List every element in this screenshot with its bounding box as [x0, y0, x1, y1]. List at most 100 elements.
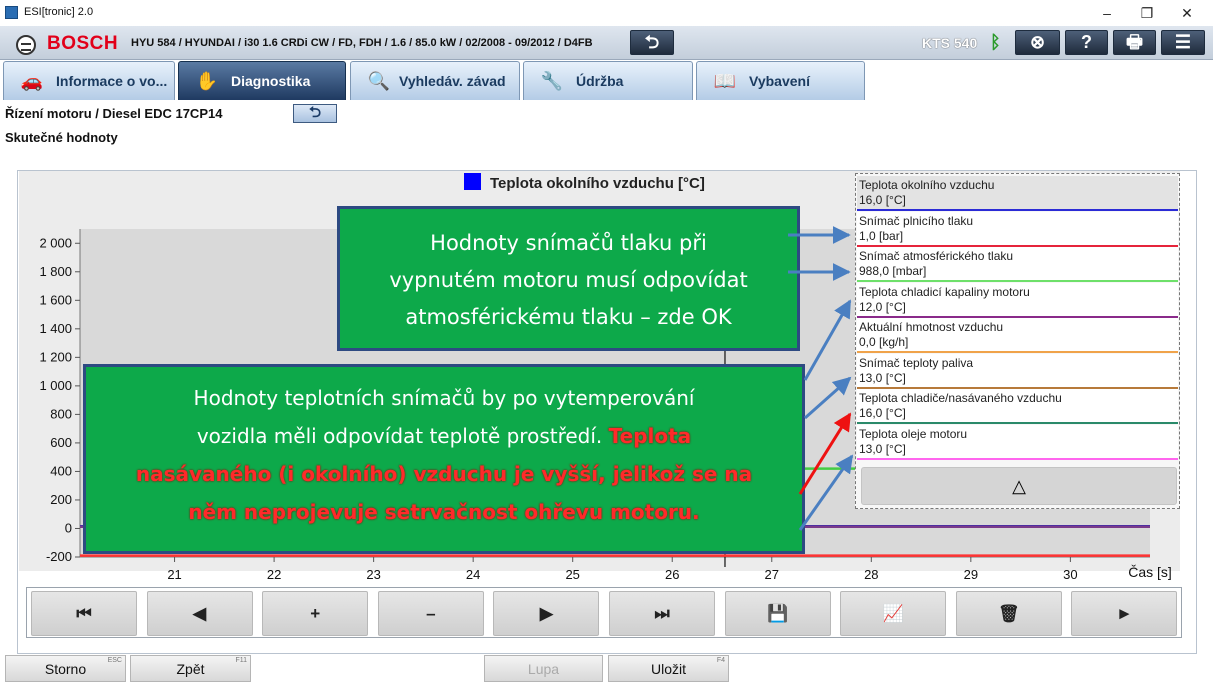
legend-item-value: 0,0 [kg/h]: [859, 335, 909, 349]
callout-red-line: něm neprojevuje setrvačnost ohřevu motor…: [188, 500, 700, 524]
main-tabs: 🚗 Informace o vo... ✋ Diagnostika 🔍 Vyhl…: [0, 60, 1213, 100]
save-button[interactable]: Uložit F4: [608, 655, 729, 682]
legend-item[interactable]: Snímač teploty paliva 13,0 [°C]: [857, 353, 1178, 389]
tab-label: Diagnostika: [231, 73, 311, 89]
tab-label: Údržba: [576, 73, 624, 89]
delete-button[interactable]: 🗑: [955, 591, 1062, 636]
callout-line: atmosférickému tlaku – zde OK: [405, 305, 732, 329]
legend-item-name: Snímač atmosférického tlaku: [859, 249, 1014, 263]
tab-equipment[interactable]: 📖 Vybavení: [696, 61, 865, 100]
app-icon: [5, 6, 18, 19]
callout-line: Hodnoty snímačů tlaku při: [430, 231, 707, 255]
zoom-out-button[interactable]: –: [377, 591, 484, 636]
hand-diagnostics-icon: ✋: [195, 71, 219, 91]
help-button[interactable]: ?: [1065, 30, 1108, 55]
callout-text: vozidla měli odpovídat teplotě prostředí…: [196, 424, 609, 448]
menu-button[interactable]: ☰: [1161, 30, 1205, 55]
back-button[interactable]: Zpět F11: [130, 655, 251, 682]
minus-icon: –: [426, 604, 436, 623]
y-tick-label: 1 400: [39, 321, 72, 336]
legend-item-value: 16,0 [°C]: [859, 193, 906, 207]
plus-icon: +: [310, 604, 321, 623]
y-tick-label: 600: [50, 435, 72, 450]
callout-pressure: Hodnoty snímačů tlaku při vypnutém motor…: [337, 206, 800, 351]
legend-item-color-bar: [857, 315, 1178, 318]
brand-name: BOSCH: [47, 33, 119, 54]
tab-vehicle-info[interactable]: 🚗 Informace o vo...: [3, 61, 175, 100]
legend-scroll-up-button[interactable]: △: [861, 467, 1177, 505]
window-title: ESI[tronic] 2.0: [24, 6, 94, 18]
legend-item[interactable]: Teplota oleje motoru 13,0 [°C]: [857, 424, 1178, 460]
legend-item-name: Snímač plnicího tlaku: [859, 213, 974, 228]
signal-legend: Teplota oleje motoru 13,0 [°C] Teplota chl…: [855, 173, 1180, 509]
search-car-icon: 🔍: [367, 71, 391, 91]
y-tick-label: 0: [65, 520, 72, 535]
legend-item[interactable]: Snímač plnicího tlaku 1,0 [bar]: [857, 211, 1178, 247]
maximize-button[interactable]: ❐: [1134, 3, 1160, 23]
legend-item[interactable]: Teplota chladicí kapaliny motoru 12,0 [°C…: [857, 282, 1178, 318]
globe-button[interactable]: ⊗: [1015, 30, 1060, 55]
legend-item[interactable]: Snímač atmosférického tlaku 988,0 [mbar]: [857, 247, 1178, 282]
zoom-button: Lupa: [484, 655, 603, 682]
legend-item-value: 1,0 [bar]: [859, 228, 904, 243]
legend-item-name: Snímač teploty paliva: [859, 355, 974, 370]
footer-bar: Storno ESC Zpět F11 Lupa Uložit F4: [0, 654, 1213, 682]
chart-title-swatch: [464, 173, 481, 190]
legend-item-value: 12,0 [°C]: [859, 299, 906, 314]
zoom-in-button[interactable]: +: [262, 591, 369, 636]
step-forward-icon: ▶: [539, 604, 553, 623]
legend-item-color-bar: [857, 351, 1178, 353]
legend-item[interactable]: Teplota okolního vzduchu 16,0 [°C]: [857, 176, 1178, 211]
legend-item-color-bar: [857, 422, 1178, 424]
callout-red-line: nasávaného (i okolního) vzduchu je vyšší…: [135, 462, 753, 486]
bosch-logo-icon: [16, 35, 36, 55]
button-label: Zpět: [176, 661, 205, 677]
chart-settings-button[interactable]: 📈: [840, 591, 947, 636]
legend-item-value: 16,0 [°C]: [859, 406, 906, 420]
minimize-button[interactable]: –: [1094, 3, 1120, 23]
legend-item-name: Aktuální hmotnost vzduchu: [859, 320, 1004, 334]
legend-item[interactable]: Teplota chladiče/nasávaného vzduchu 16,0 …: [857, 389, 1178, 424]
tab-fault-search[interactable]: 🔍 Vyhledáv. závad: [350, 61, 520, 100]
legend-item-value: 13,0 [°C]: [859, 370, 906, 385]
play-button[interactable]: ►: [1071, 591, 1178, 636]
legend-item[interactable]: Aktuální hmotnost vzduchu 0,0 [kg/h]: [857, 318, 1178, 353]
cancel-button[interactable]: Storno ESC: [5, 655, 126, 682]
y-tick-label: 1 000: [39, 378, 72, 393]
playback-toolbar: ⏮ ◀ + – ▶ ⏭ 💾 📈 🗑 ►: [26, 587, 1182, 638]
button-label: Storno: [44, 661, 87, 677]
legend-item-color-bar: [857, 386, 1178, 389]
skip-start-icon: ⏮: [76, 604, 92, 623]
play-icon: ►: [1115, 604, 1133, 623]
device-name: KTS 540: [922, 35, 978, 51]
close-button[interactable]: ✕: [1174, 3, 1200, 23]
tab-maintenance[interactable]: 🔧 Údržba: [523, 61, 693, 100]
tab-diagnostics[interactable]: ✋ Diagnostika: [178, 61, 346, 100]
button-label: Lupa: [527, 661, 560, 677]
x-tick-label: 22: [267, 567, 281, 582]
last-frame-button[interactable]: ⏭: [609, 591, 715, 636]
header-back-button[interactable]: ⮌: [630, 30, 674, 55]
car-icon: 🚗: [20, 71, 44, 91]
tab-label: Informace o vo...: [56, 73, 168, 89]
y-tick-label: 800: [50, 406, 72, 421]
first-frame-button[interactable]: ⏮: [31, 591, 137, 636]
prev-frame-button[interactable]: ◀: [146, 591, 253, 636]
y-tick-label: 1 600: [39, 292, 72, 307]
y-tick-label: 2 000: [39, 235, 72, 250]
next-frame-button[interactable]: ▶: [493, 591, 600, 636]
legend-item-name: Teplota chladiče/nasávaného vzduchu: [859, 391, 1062, 405]
legend-item-value: 988,0 [mbar]: [859, 264, 927, 278]
back-arrow-icon: ⮌: [644, 32, 660, 52]
x-tick-label: 21: [167, 567, 181, 582]
x-tick-label: 23: [366, 567, 380, 582]
legend-item-color-bar: [857, 457, 1178, 460]
step-back-icon: ◀: [193, 604, 207, 623]
chevron-up-icon: △: [1012, 476, 1026, 496]
help-icon: ?: [1081, 32, 1092, 52]
print-button[interactable]: 🖶: [1113, 30, 1156, 55]
x-tick-label: 25: [565, 567, 579, 582]
breadcrumb-back-button[interactable]: ⮌: [293, 104, 337, 123]
shortcut-key: ESC: [107, 657, 122, 664]
save-button[interactable]: 💾: [724, 591, 831, 636]
